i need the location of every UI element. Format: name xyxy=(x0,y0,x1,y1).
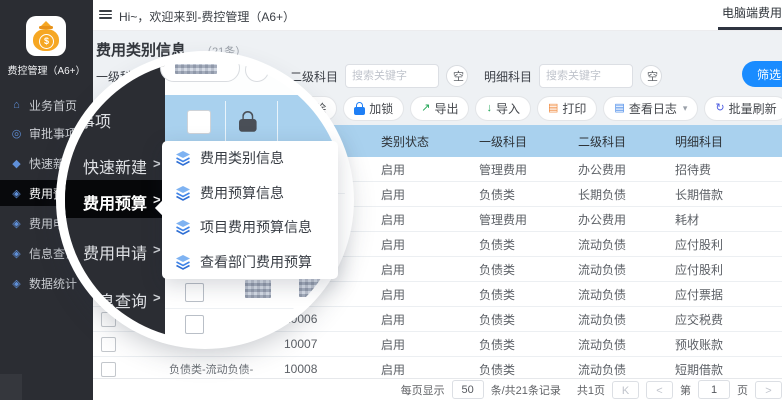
level2-search-input[interactable] xyxy=(345,64,439,88)
col-detail: 明细科目 xyxy=(669,133,782,150)
next-page-button[interactable]: > xyxy=(755,381,782,399)
view-log-button[interactable]: ▤ 查看日志 ▾ xyxy=(603,96,698,121)
submenu-item-budget-info[interactable]: 费用预算信息 xyxy=(162,176,338,211)
sidebar-footer-block xyxy=(0,374,22,400)
document-icon: ▤ xyxy=(614,103,624,114)
total-records-label: 条/共21条记录 xyxy=(491,382,561,398)
chevron-right-icon: > xyxy=(153,290,161,305)
cube-icon: ◈ xyxy=(10,247,23,260)
cube-icon: ◈ xyxy=(10,217,23,230)
col-status: 类别状态 xyxy=(375,133,473,150)
home-icon: ⌂ xyxy=(10,99,23,111)
magnified-row-checkbox xyxy=(185,283,204,302)
toolbar: ✖ 删除 加锁 ↗ 导出 ↓ 导入 ▤ 打印 ▤ 查看日志 ▾ ↻ 批量刷新 解… xyxy=(278,96,782,122)
censored-text xyxy=(175,64,217,74)
level2-clear-button[interactable]: 空 xyxy=(446,65,468,87)
cube-icon: ◈ xyxy=(10,277,23,290)
censored-cell xyxy=(245,280,271,298)
magnified-item-quick-create: 快速新建 xyxy=(83,154,147,178)
cube-icon: ◈ xyxy=(10,187,23,200)
import-icon: ↓ xyxy=(486,103,492,114)
hamburger-menu-icon[interactable] xyxy=(99,10,112,19)
refresh-icon: ↻ xyxy=(715,103,724,114)
dollar-icon: $ xyxy=(39,34,54,49)
lock-icon xyxy=(354,102,365,116)
printer-icon: ▤ xyxy=(548,103,558,114)
chevron-right-icon: > xyxy=(153,156,161,171)
first-page-button[interactable]: K xyxy=(612,381,639,399)
col-level2: 二级科目 xyxy=(572,133,669,150)
col-level1: 一级科目 xyxy=(473,133,572,150)
per-page-label: 每页显示 xyxy=(401,382,445,398)
export-icon: ↗ xyxy=(421,103,430,114)
magnified-clear-button xyxy=(245,60,269,82)
lock-button[interactable]: 加锁 xyxy=(343,96,404,121)
welcome-text: Hi~，欢迎来到-费控管理（A6+） xyxy=(119,8,295,25)
layers-icon xyxy=(175,219,191,235)
level2-label: 二级科目 xyxy=(290,68,338,85)
chevron-right-icon: > xyxy=(153,242,161,257)
batch-refresh-button[interactable]: ↻ 批量刷新 xyxy=(704,96,782,121)
filter-submit-button[interactable]: 筛选 xyxy=(742,61,782,87)
prev-page-button[interactable]: < xyxy=(646,381,673,399)
page-number-input[interactable] xyxy=(698,380,730,399)
total-pages-label: 共1页 xyxy=(577,382,605,398)
layers-icon xyxy=(175,185,191,201)
diamond-icon: ◆ xyxy=(10,157,23,170)
magnified-item-approvals: 审批事项 xyxy=(65,108,111,132)
magnified-item-expense-budget: 费用预算 xyxy=(83,190,147,214)
tab-pc-expense-management[interactable]: 电脑端费用管理 xyxy=(718,0,782,30)
layers-icon xyxy=(175,150,191,166)
magnified-table-header xyxy=(165,95,345,147)
chevron-down-icon: ▾ xyxy=(683,103,688,114)
per-page-input[interactable] xyxy=(452,380,484,399)
detail-search-input[interactable] xyxy=(539,64,633,88)
pagination-bar: 每页显示 条/共21条记录 共1页 K < 第 页 > xyxy=(93,378,782,400)
table-row[interactable]: 负债类-流动负债- 10008 启用 负债类 流动负债 短期借款 xyxy=(93,357,782,378)
submenu-item-project-budget-info[interactable]: 项目费用预算信息 xyxy=(162,210,338,245)
submenu-item-dept-budget-view[interactable]: 查看部门费用预算 xyxy=(162,245,338,280)
approval-icon: ◎ xyxy=(10,127,23,140)
import-button[interactable]: ↓ 导入 xyxy=(475,96,531,121)
top-bar: Hi~，欢迎来到-费控管理（A6+） 电脑端费用管理 xyxy=(93,0,782,31)
magnified-search-input xyxy=(160,60,240,82)
page-title: 费用类别信息 xyxy=(96,39,186,60)
detail-label: 明细科目 xyxy=(484,68,532,85)
record-count: （21条） xyxy=(201,43,246,59)
magnified-lock-icon xyxy=(239,111,257,133)
magnified-item-info-query: 信息查询 xyxy=(83,288,147,312)
submenu-item-category-info[interactable]: 费用类别信息 xyxy=(162,141,338,176)
print-button[interactable]: ▤ 打印 xyxy=(537,96,597,121)
censored-cell xyxy=(299,277,325,297)
magnified-item-expense-apply: 费用申请 xyxy=(83,240,147,264)
row-checkbox[interactable] xyxy=(101,362,116,377)
app-logo: $ xyxy=(26,16,66,56)
magnified-checkbox xyxy=(187,110,211,134)
layers-icon xyxy=(175,254,191,270)
magnified-row-checkbox xyxy=(185,315,204,334)
page-prefix-label: 第 xyxy=(680,382,691,398)
page-suffix-label: 页 xyxy=(737,382,748,398)
budget-submenu-flyout: 费用类别信息 费用预算信息 项目费用预算信息 查看部门费用预算 xyxy=(162,141,338,279)
export-button[interactable]: ↗ 导出 xyxy=(410,96,469,121)
detail-clear-button[interactable]: 空 xyxy=(640,65,662,87)
